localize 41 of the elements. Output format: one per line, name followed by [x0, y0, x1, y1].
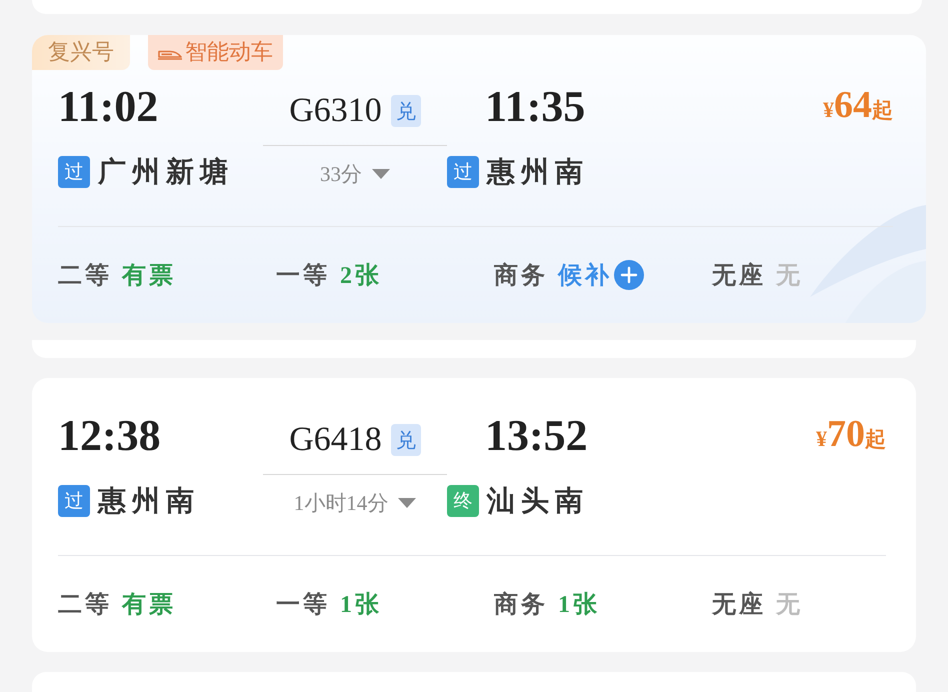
- seat-availability: 无: [776, 591, 803, 620]
- seat-class-label: 无座: [712, 590, 766, 620]
- train-number: G6310: [289, 91, 382, 131]
- seat-class-label: 无座: [712, 261, 766, 291]
- seat-availability: 候补: [558, 261, 612, 291]
- seat-availability: 无: [776, 262, 803, 291]
- seat-availability: 1张: [340, 590, 382, 620]
- seat-class-label: 二等: [58, 591, 112, 620]
- exchange-tag: 兑: [390, 424, 421, 456]
- departure-time: 12:38: [58, 411, 161, 461]
- train-type-tag: 复兴号: [32, 35, 130, 70]
- seat-class-label: 商务: [494, 590, 548, 620]
- plus-icon[interactable]: [614, 260, 644, 290]
- seat-availability: 2张: [340, 262, 382, 291]
- station-name: 广州新塘: [98, 156, 234, 190]
- station-name: 惠州南: [487, 156, 589, 190]
- seat-class-label: 一等: [276, 262, 330, 291]
- station-name: 惠州南: [98, 485, 200, 519]
- arrival-time: 11:35: [485, 82, 586, 132]
- seat-availability: 有票: [122, 262, 176, 291]
- stop-type-tag: 终: [447, 485, 479, 517]
- station-name: 汕头南: [487, 485, 589, 519]
- train-type-tag: 智能动车: [148, 35, 283, 70]
- price-text: ¥70起: [816, 412, 886, 457]
- train-card[interactable]: 复兴号 智能动车 11:02 G6310 兑 33分 11:35 ¥64起 过 广州新塘 过 惠州南 二等 有票 一等 2张 商务 候补 无座 无: [32, 35, 926, 323]
- caret-icon: [398, 498, 416, 508]
- seat-class-label: 商务: [494, 261, 548, 291]
- seat-class-label: 一等: [276, 591, 330, 620]
- arrival-time: 13:52: [485, 411, 588, 461]
- departure-time: 11:02: [58, 82, 158, 132]
- train-number: G6418: [289, 420, 382, 460]
- seat-availability: 有票: [122, 591, 176, 620]
- stop-type-tag: 过: [58, 156, 90, 188]
- seat-availability: 1张: [558, 590, 600, 620]
- seat-class-label: 二等: [58, 262, 112, 291]
- caret-icon: [372, 169, 390, 179]
- stop-type-tag: 过: [58, 485, 90, 517]
- stop-type-tag: 过: [447, 156, 479, 188]
- exchange-tag: 兑: [390, 95, 421, 127]
- train-card[interactable]: 12:38 G6418 兑 1小时14分 13:52 ¥70起 过 惠州南 终 汕头南 二等 有票 一等 1张 商务 1张 无座 无: [32, 378, 916, 652]
- price-text: ¥64起: [823, 83, 893, 128]
